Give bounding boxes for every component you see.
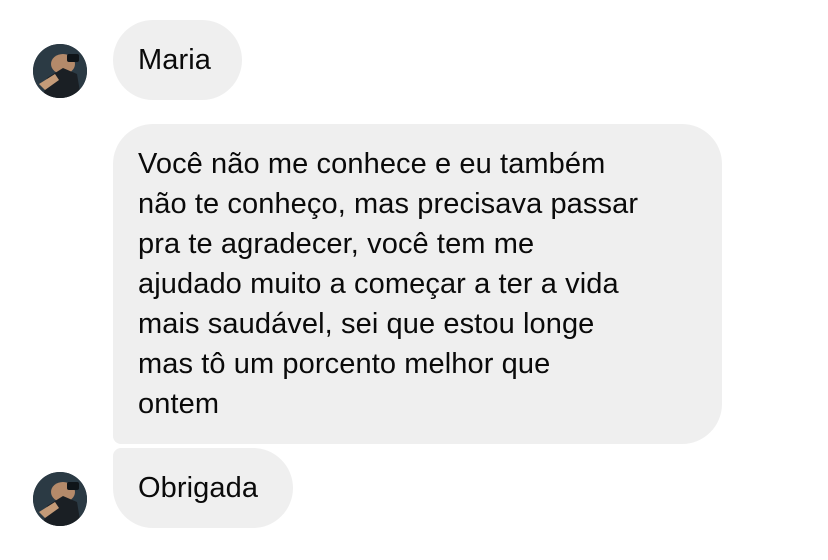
message-text-line: pra te agradecer, você tem me — [138, 228, 535, 260]
chat-thread: Maria Você não me conhece e eu também nã… — [0, 0, 828, 560]
message-text: Maria — [138, 44, 212, 76]
message-text-line: mas tô um porcento melhor que — [138, 348, 551, 380]
sender-avatar[interactable] — [33, 44, 87, 98]
profile-photo-icon — [33, 472, 87, 526]
message-text-line: não te conheço, mas precisava passar — [138, 188, 639, 220]
message-text-line: mais saudável, sei que estou longe — [138, 308, 595, 340]
profile-photo-icon — [33, 44, 87, 98]
message-bubble[interactable]: Obrigada — [113, 448, 293, 528]
message-text-line: ajudado muito a começar a ter a vida — [138, 268, 619, 300]
message-bubble[interactable]: Você não me conhece e eu também não te c… — [113, 124, 722, 444]
message-text: Obrigada — [138, 472, 259, 504]
sender-avatar[interactable] — [33, 472, 87, 526]
message-text-line: ontem — [138, 388, 220, 420]
message-bubble[interactable]: Maria — [113, 20, 242, 100]
message-text-line: Você não me conhece e eu também — [138, 148, 606, 180]
